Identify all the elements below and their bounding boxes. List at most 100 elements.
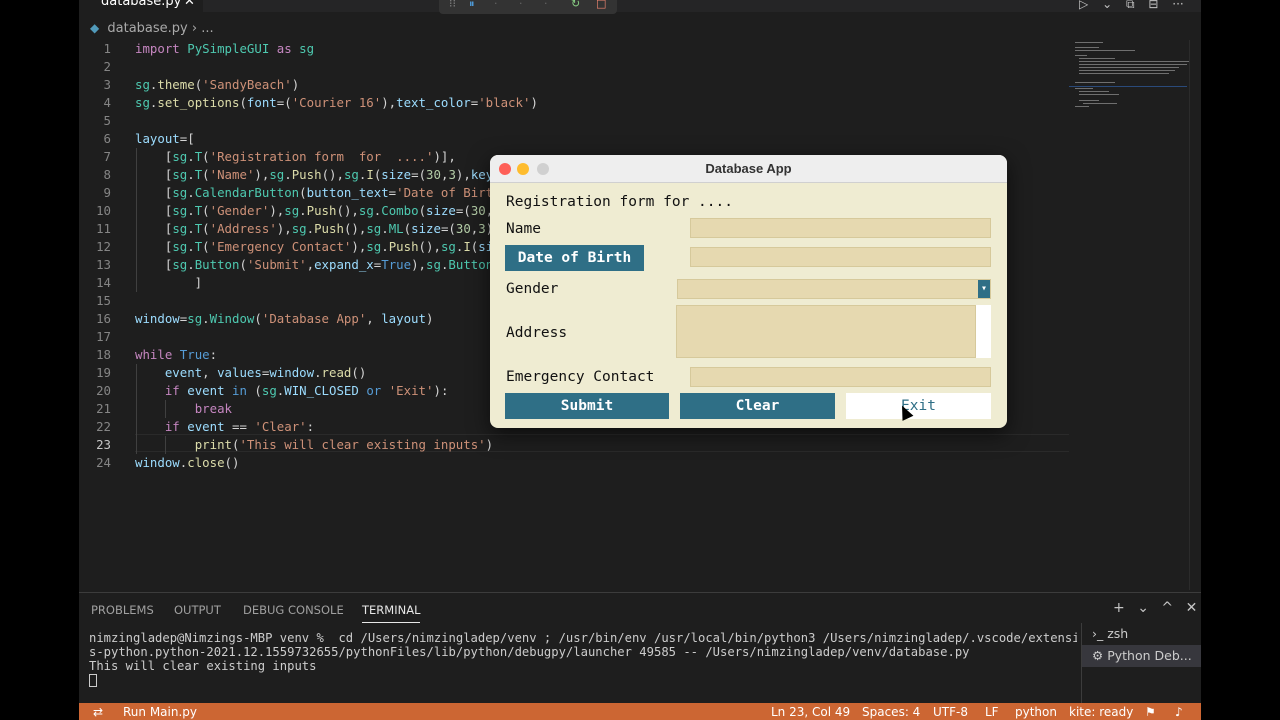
code-text: ] <box>135 275 203 290</box>
cursor-position[interactable]: Ln 23, Col 49 <box>771 701 850 720</box>
step-into-icon[interactable]: · <box>519 0 523 10</box>
code-line[interactable]: 2 <box>79 58 1069 76</box>
breadcrumb-more[interactable]: ... <box>201 21 213 36</box>
tab-output[interactable]: OUTPUT <box>174 603 221 617</box>
minimap[interactable] <box>1069 40 1189 590</box>
terminal-item-zsh[interactable]: ›_ zsh <box>1082 623 1201 645</box>
code-text: [sg.T('Name'),sg.Push(),sg.I(size=(30,3)… <box>135 167 501 182</box>
stop-icon[interactable]: □ <box>596 0 606 10</box>
gender-combo[interactable]: ▾ <box>677 279 991 299</box>
code-line[interactable]: 4 sg.set_options(font=('Courier 16'),text… <box>79 94 1069 112</box>
step-out-icon[interactable]: · <box>544 0 548 10</box>
exit-button[interactable]: Exit <box>846 393 991 419</box>
maximize-panel-icon[interactable]: ^ <box>1161 600 1173 616</box>
editor-tab-bar: database.py ✕ ⁝⁝ ⏸ · · · ↻ □ ▷ ⌄ ⧉ ⊟ ··· <box>79 0 1201 14</box>
terminal-item-python-debug[interactable]: ⚙ Python Deb... <box>1082 645 1201 667</box>
status-bar: ⇄ Run Main.py Ln 23, Col 49 Spaces: 4 UT… <box>79 703 1201 720</box>
code-text: event, values=window.read() <box>164 365 367 380</box>
emergency-contact-label: Emergency Contact <box>506 369 655 385</box>
step-over-icon[interactable]: · <box>494 0 498 10</box>
emergency-contact-input[interactable] <box>690 367 991 387</box>
language-mode[interactable]: python <box>1015 701 1057 720</box>
minimap-line <box>1079 94 1119 95</box>
terminal-icon: ›_ <box>1092 626 1104 641</box>
tab-problems[interactable]: PROBLEMS <box>91 603 154 617</box>
terminal-label: zsh <box>1107 626 1129 641</box>
code-text: window=sg.Window('Database App', layout) <box>135 311 434 326</box>
code-text: break <box>194 401 232 416</box>
vertical-scrollbar[interactable] <box>1189 40 1201 590</box>
code-text: while True: <box>135 347 218 362</box>
minimap-line <box>1079 70 1175 71</box>
app-titlebar[interactable]: Database App <box>490 155 1007 183</box>
line-number: 7 <box>103 149 111 164</box>
date-of-birth-button[interactable]: Date of Birth <box>505 245 644 271</box>
debug-gear-icon: ⚙ <box>1092 648 1104 663</box>
minimap-line <box>1079 64 1187 65</box>
address-scrollbar[interactable] <box>976 305 991 358</box>
terminal-line: This will clear existing inputs <box>89 659 317 673</box>
vscode-window: database.py ✕ ⁝⁝ ⏸ · · · ↻ □ ▷ ⌄ ⧉ ⊟ ···… <box>79 0 1201 720</box>
indentation[interactable]: Spaces: 4 <box>862 701 920 720</box>
tab-database-py[interactable]: database.py ✕ <box>79 0 203 12</box>
terminal-line: s-python.python-2021.12.1559732655/pytho… <box>89 645 970 659</box>
code-line[interactable]: 1 import PySimpleGUI as sg <box>79 40 1069 58</box>
chevron-down-icon[interactable]: ⌄ <box>1137 600 1149 616</box>
run-icon[interactable]: ▷ <box>1079 0 1088 11</box>
code-text: [sg.T('Emergency Contact'),sg.Push(),sg.… <box>135 239 508 254</box>
name-label: Name <box>506 221 541 237</box>
code-line[interactable]: 23 print('This will clear existing input… <box>79 436 1069 454</box>
line-ending[interactable]: LF <box>985 701 999 720</box>
close-panel-icon[interactable]: ✕ <box>1186 600 1198 616</box>
more-actions-icon[interactable]: ··· <box>1172 0 1183 11</box>
line-number: 18 <box>96 347 111 362</box>
feedback-icon[interactable]: ⚑ <box>1145 701 1156 720</box>
panel-actions: + ⌄ ^ ✕ <box>1113 600 1201 616</box>
new-terminal-icon[interactable]: + <box>1113 600 1125 616</box>
code-line[interactable]: 3 sg.theme('SandyBeach') <box>79 76 1069 94</box>
line-number: 2 <box>103 59 111 74</box>
minimap-line <box>1079 91 1109 92</box>
pause-icon[interactable]: ⏸ <box>469 0 475 11</box>
code-text: sg.theme('SandyBeach') <box>135 77 300 92</box>
kite-status[interactable]: kite: ready <box>1069 701 1133 720</box>
editor-actions: ▷ ⌄ ⧉ ⊟ ··· <box>1079 0 1194 12</box>
code-text: [sg.T('Gender'),sg.Push(),sg.Combo(size=… <box>135 203 508 218</box>
code-line[interactable]: 5 <box>79 112 1069 130</box>
toggle-panel-icon[interactable]: ⊟ <box>1148 0 1158 11</box>
database-app-window: Database App Registration form for .... … <box>490 155 1007 428</box>
dob-input[interactable] <box>690 247 991 267</box>
minimap-line <box>1075 88 1093 89</box>
code-line[interactable]: 6 layout=[ <box>79 130 1069 148</box>
close-icon[interactable]: ✕ <box>184 0 195 8</box>
line-number: 21 <box>96 401 111 416</box>
debug-icon[interactable]: ⇄ <box>93 701 103 720</box>
restart-icon[interactable]: ↻ <box>571 0 580 10</box>
line-number: 17 <box>96 329 111 344</box>
code-text: [sg.Button('Submit',expand_x=True),sg.Bu… <box>135 257 501 272</box>
run-config[interactable]: Run Main.py <box>123 701 197 720</box>
minimap-line <box>1075 50 1135 51</box>
code-line[interactable]: 24 window.close() <box>79 454 1069 472</box>
terminal-output[interactable]: nimzingladep@Nimzings-MBP venv % cd /Use… <box>89 631 1077 687</box>
terminal-label: Python Deb... <box>1107 648 1192 663</box>
split-editor-icon[interactable]: ⧉ <box>1126 0 1135 12</box>
drag-handle-icon[interactable]: ⁝⁝ <box>449 0 456 10</box>
tab-debug-console[interactable]: DEBUG CONSOLE <box>243 603 344 617</box>
minimap-cursor-line <box>1069 86 1187 87</box>
name-input[interactable] <box>690 218 991 238</box>
line-number: 15 <box>96 293 111 308</box>
chevron-down-icon[interactable]: ⌄ <box>1102 0 1112 11</box>
breadcrumb-file[interactable]: database.py <box>107 21 187 36</box>
chevron-down-icon[interactable]: ▾ <box>978 280 990 298</box>
debug-toolbar: ⁝⁝ ⏸ · · · ↻ □ <box>439 0 617 14</box>
minimap-line <box>1075 106 1089 107</box>
address-multiline[interactable] <box>676 305 976 358</box>
minimap-line <box>1079 58 1115 59</box>
clear-button[interactable]: Clear <box>680 393 835 419</box>
submit-button[interactable]: Submit <box>505 393 669 419</box>
python-file-icon: ◆ <box>90 21 100 35</box>
tab-terminal[interactable]: TERMINAL <box>362 603 421 623</box>
encoding[interactable]: UTF-8 <box>933 701 968 720</box>
notification-bell-icon[interactable]: ♪ <box>1175 701 1183 720</box>
